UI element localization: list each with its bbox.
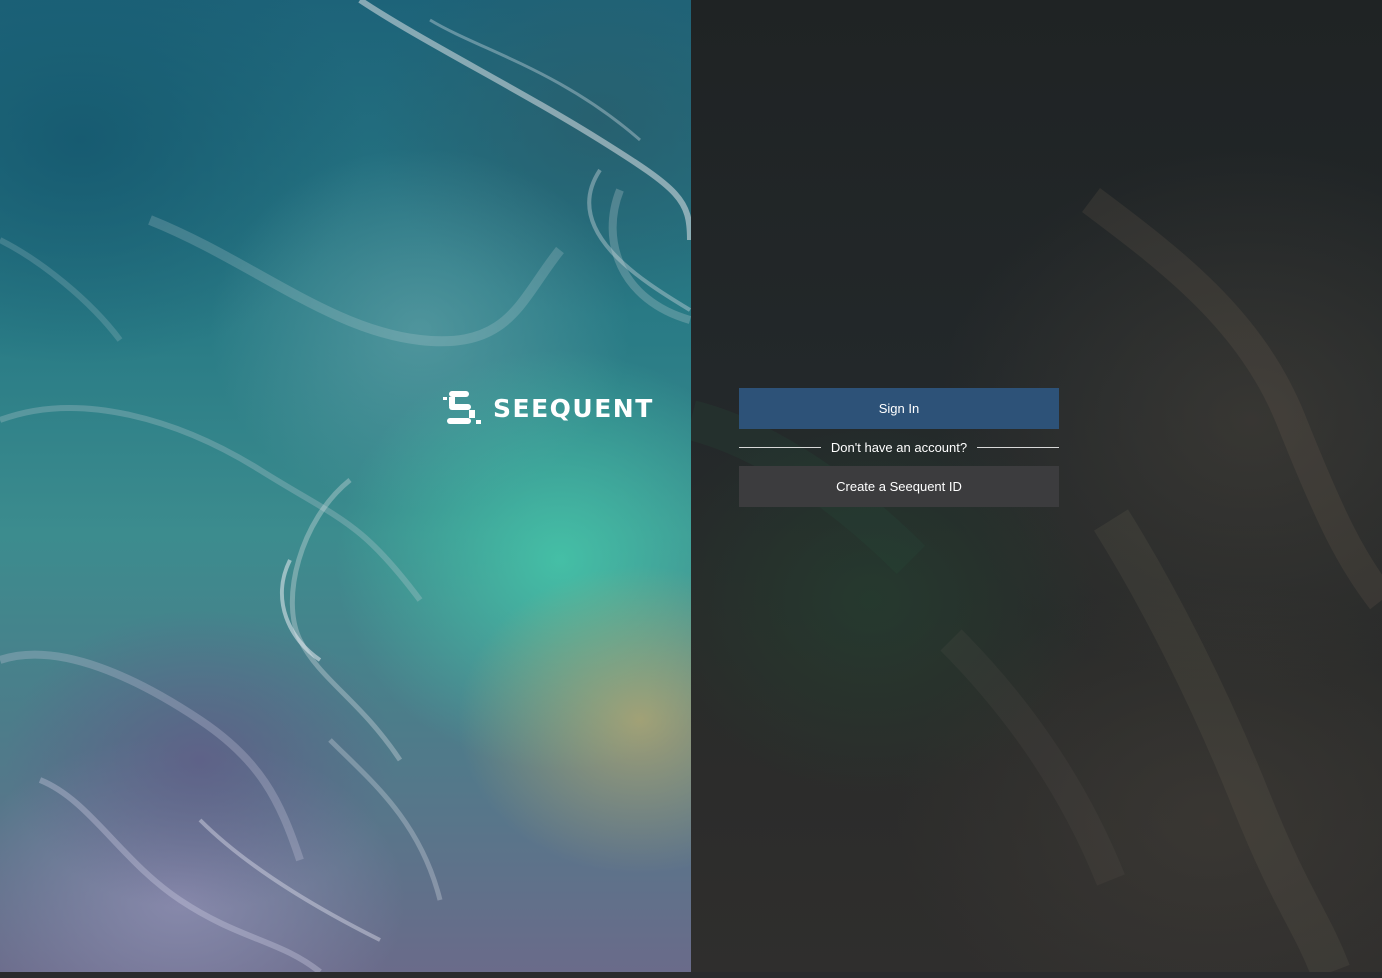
- seequent-logo-icon: [443, 391, 481, 424]
- divider-line-left: [739, 446, 821, 448]
- window-bottom-edge: [0, 972, 1382, 978]
- divider-line-right: [977, 446, 1060, 448]
- auth-panel: Sign In Don't have an account? Create a …: [691, 0, 1382, 972]
- hero-background-image: [0, 0, 691, 972]
- no-account-text: Don't have an account?: [830, 439, 968, 455]
- seequent-logo: SEEQUENT: [443, 388, 654, 428]
- login-window: SEEQUENT Sign In Don't have an account? …: [0, 0, 1382, 972]
- account-divider: Don't have an account?: [739, 437, 1060, 457]
- create-seequent-id-button[interactable]: Create a Seequent ID: [739, 466, 1059, 507]
- brand-name: SEEQUENT: [493, 393, 654, 423]
- sign-in-button[interactable]: Sign In: [739, 388, 1059, 429]
- hero-panel: SEEQUENT: [0, 0, 691, 972]
